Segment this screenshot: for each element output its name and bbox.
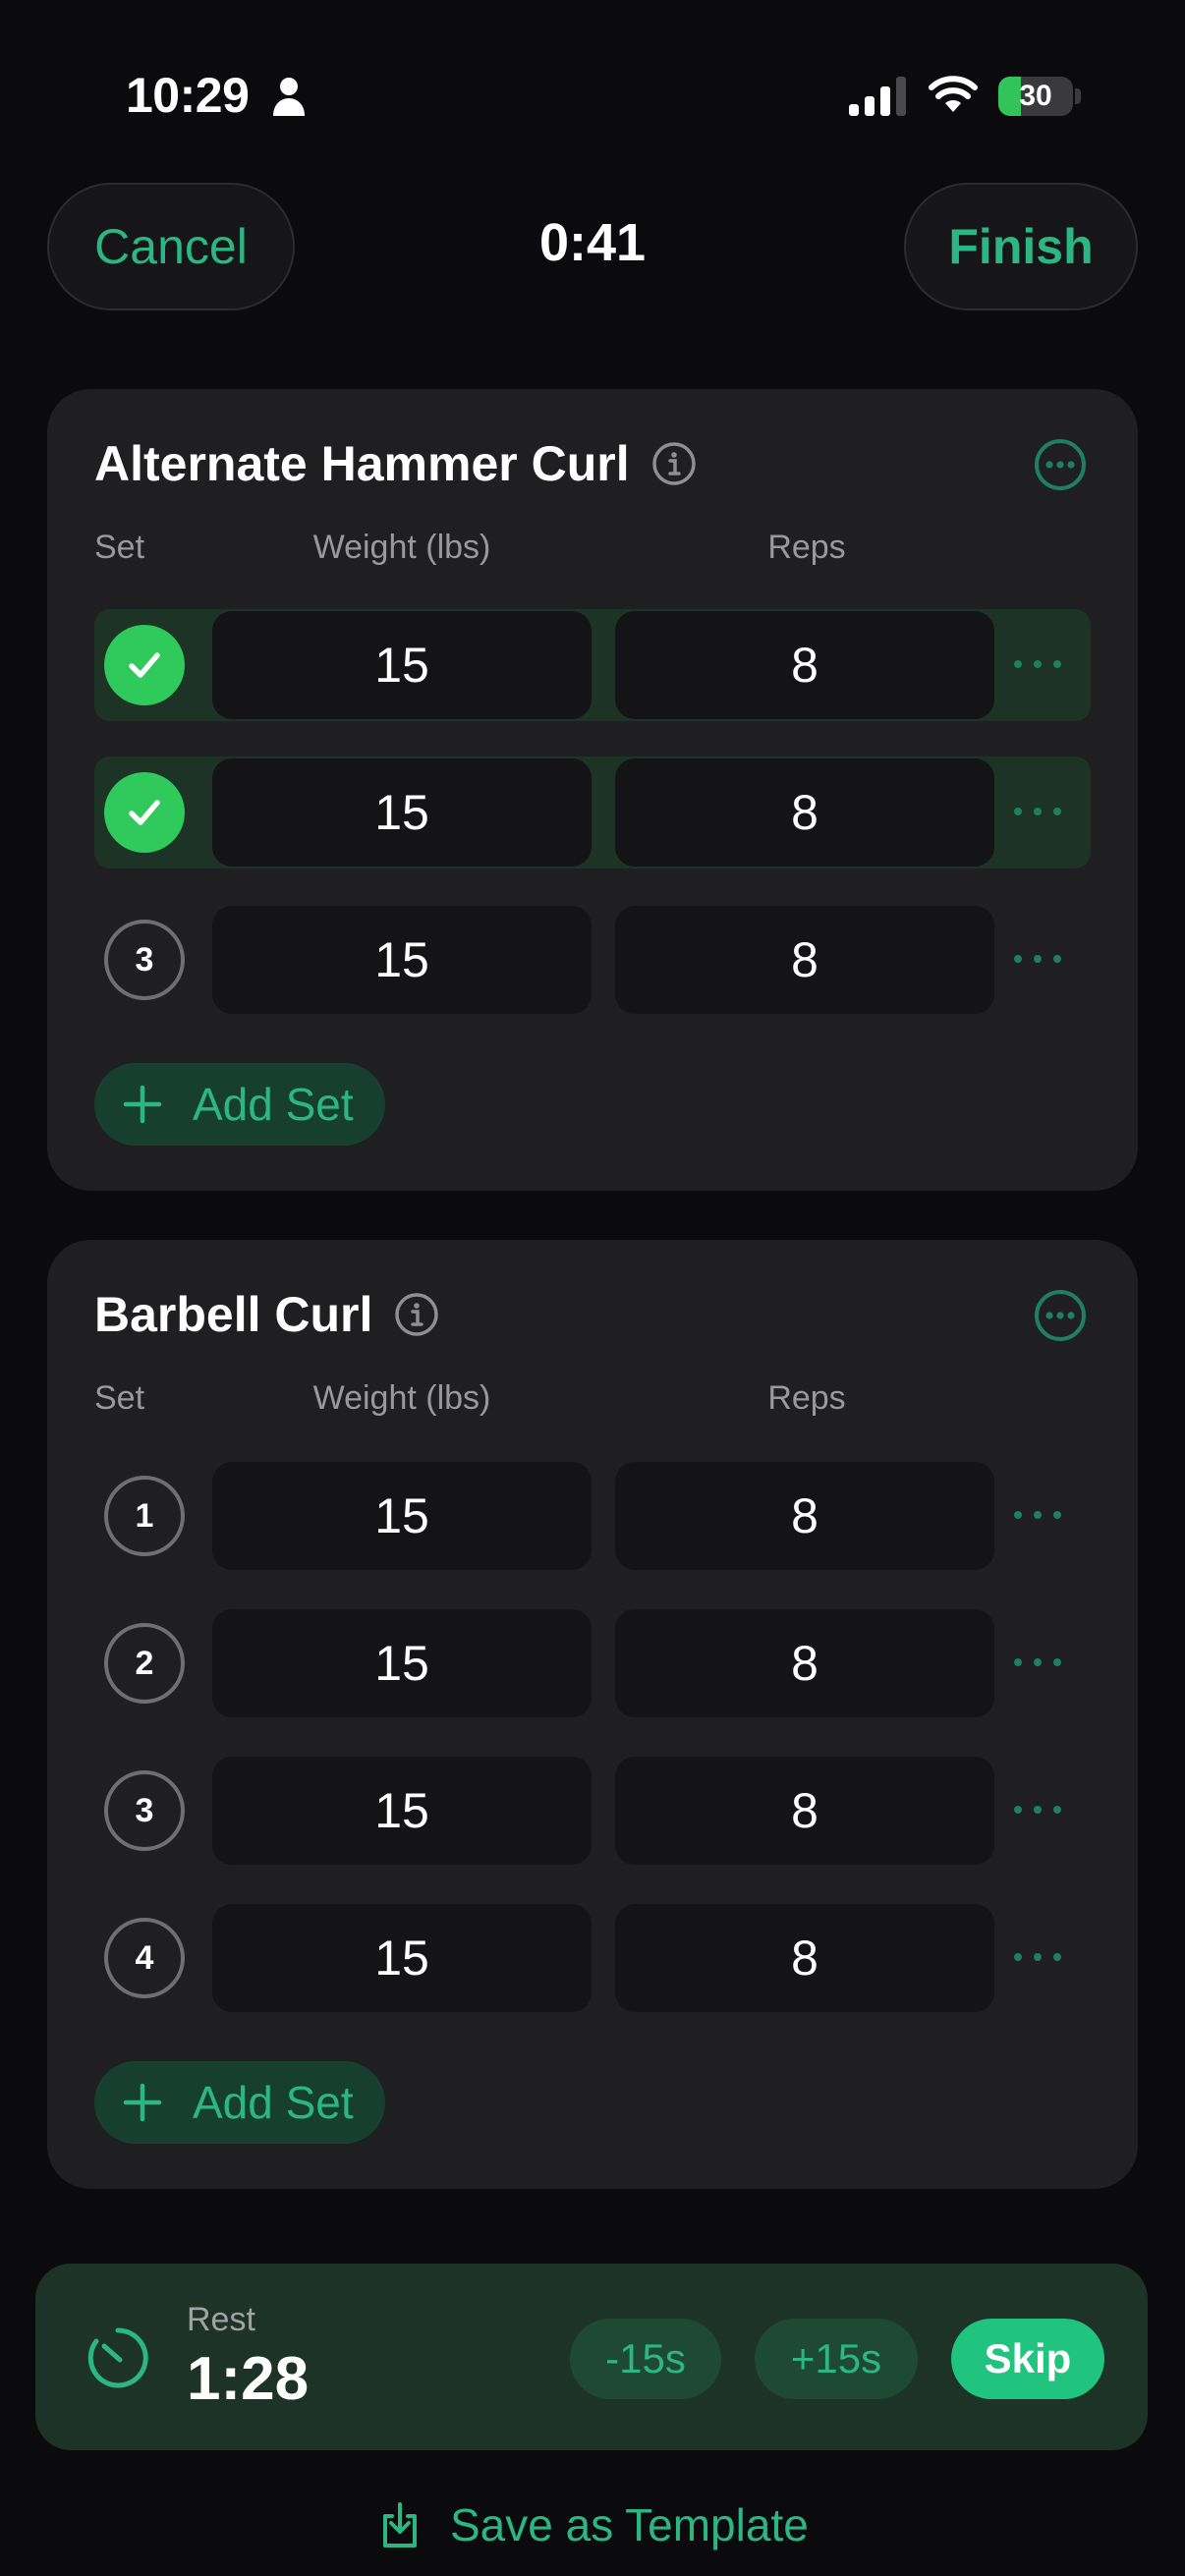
- reps-input[interactable]: 8: [615, 906, 994, 1014]
- reps-input[interactable]: 8: [615, 1462, 994, 1570]
- download-icon: [383, 2502, 417, 2548]
- add-set-button[interactable]: Add Set: [94, 2061, 385, 2144]
- status-bar: 10:29 30: [0, 0, 1185, 187]
- reps-input[interactable]: 8: [615, 1757, 994, 1865]
- battery-percent: 30: [1019, 80, 1052, 112]
- exercise-more-icon[interactable]: [1034, 438, 1087, 491]
- column-header-weight: Weight (lbs): [312, 529, 491, 566]
- exercise-title: Alternate Hammer Curl: [94, 436, 630, 491]
- set-more-icon[interactable]: [1010, 939, 1065, 979]
- set-more-icon[interactable]: [1010, 1790, 1065, 1829]
- reps-input[interactable]: 8: [615, 1904, 994, 2012]
- set-number-badge[interactable]: 4: [104, 1918, 185, 1998]
- info-icon[interactable]: [651, 441, 697, 486]
- set-completed-checkbox[interactable]: [104, 772, 185, 853]
- plus-icon: [123, 1085, 162, 1124]
- set-row: 3 15 8: [94, 1755, 1091, 1867]
- skip-rest-button[interactable]: Skip: [951, 2319, 1104, 2399]
- column-header-set: Set: [94, 529, 145, 566]
- set-more-icon[interactable]: [1010, 1937, 1065, 1977]
- set-more-icon[interactable]: [1010, 1495, 1065, 1535]
- set-number-badge[interactable]: 2: [104, 1623, 185, 1704]
- timer-icon: [87, 2327, 148, 2388]
- person-icon: [273, 78, 305, 116]
- checkmark-icon: [129, 652, 160, 678]
- weight-input[interactable]: 15: [212, 1462, 592, 1570]
- rest-label: Rest: [187, 2301, 255, 2338]
- wifi-icon: [929, 76, 978, 112]
- weight-input[interactable]: 15: [212, 1757, 592, 1865]
- set-number-badge[interactable]: 1: [104, 1476, 185, 1556]
- weight-input[interactable]: 15: [212, 758, 592, 867]
- weight-input[interactable]: 15: [212, 1609, 592, 1717]
- set-row: 3 15 8: [94, 904, 1091, 1016]
- set-number-badge[interactable]: 3: [104, 920, 185, 1000]
- set-row: 1 15 8: [94, 1460, 1091, 1572]
- exercise-more-icon[interactable]: [1034, 1289, 1087, 1342]
- signal-icon: [849, 77, 906, 116]
- weight-input[interactable]: 15: [212, 611, 592, 719]
- column-header-set: Set: [94, 1379, 145, 1417]
- set-more-icon[interactable]: [1010, 1643, 1065, 1682]
- set-completed-checkbox[interactable]: [104, 625, 185, 705]
- add-set-button[interactable]: Add Set: [94, 1063, 385, 1146]
- reps-input[interactable]: 8: [615, 758, 994, 867]
- status-time: 10:29: [126, 68, 250, 123]
- plus-icon: [123, 2083, 162, 2122]
- info-icon[interactable]: [394, 1292, 439, 1337]
- set-more-icon[interactable]: [1010, 644, 1065, 684]
- column-header-reps: Reps: [767, 529, 846, 566]
- save-as-template-label: Save as Template: [450, 2499, 809, 2550]
- set-row: 15 8: [94, 756, 1091, 868]
- checkmark-icon: [129, 800, 160, 825]
- rest-timer-bar: Rest 1:28 -15s +15s Skip: [35, 2264, 1148, 2450]
- add-set-label: Add Set: [193, 1079, 354, 1130]
- weight-input[interactable]: 15: [212, 1904, 592, 2012]
- cancel-button[interactable]: Cancel: [47, 183, 295, 310]
- column-header-weight: Weight (lbs): [312, 1379, 491, 1417]
- exercise-card: Alternate Hammer Curl Set Weight (lbs) R…: [47, 389, 1138, 1191]
- rest-countdown: 1:28: [187, 2345, 310, 2413]
- workout-elapsed-timer: 0:41: [538, 213, 647, 272]
- battery-charging-icon: 30: [998, 77, 1081, 116]
- set-row: 2 15 8: [94, 1607, 1091, 1719]
- save-as-template-button[interactable]: Save as Template: [377, 2493, 809, 2556]
- reps-input[interactable]: 8: [615, 1609, 994, 1717]
- subtract-15s-button[interactable]: -15s: [570, 2319, 721, 2399]
- set-row: 15 8: [94, 609, 1091, 721]
- add-15s-button[interactable]: +15s: [755, 2319, 918, 2399]
- finish-button[interactable]: Finish: [904, 183, 1138, 310]
- set-number-badge[interactable]: 3: [104, 1770, 185, 1851]
- add-set-label: Add Set: [193, 2077, 354, 2128]
- reps-input[interactable]: 8: [615, 611, 994, 719]
- set-row: 4 15 8: [94, 1902, 1091, 2014]
- weight-input[interactable]: 15: [212, 906, 592, 1014]
- column-header-reps: Reps: [767, 1379, 846, 1417]
- exercise-title: Barbell Curl: [94, 1287, 373, 1342]
- set-more-icon[interactable]: [1010, 792, 1065, 831]
- exercise-card: Barbell Curl Set Weight (lbs) Reps 1 15 …: [47, 1240, 1138, 2189]
